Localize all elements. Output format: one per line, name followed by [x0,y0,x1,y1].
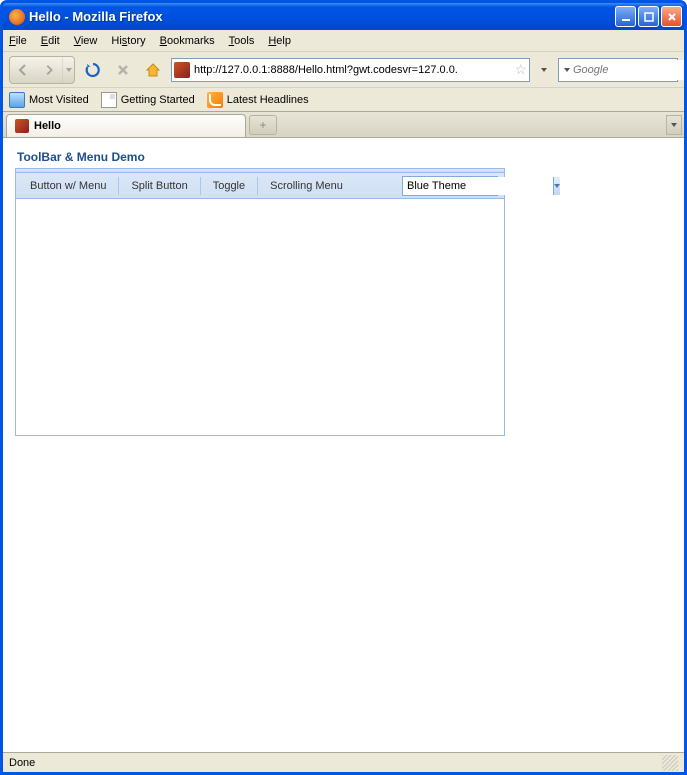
page-content: ToolBar & Menu Demo Button w/ Menu Split… [3,138,684,752]
scrolling-menu-button[interactable]: Scrolling Menu [262,175,351,197]
maximize-button[interactable] [638,6,659,27]
combo-dropdown-button[interactable] [553,177,560,195]
theme-combo[interactable] [402,176,498,196]
separator [118,177,119,195]
bookmarks-toolbar: Most Visited Getting Started Latest Head… [3,88,684,112]
nav-history-dropdown[interactable] [62,57,74,83]
tab-site-icon [15,119,29,133]
url-bar[interactable]: ☆ [171,58,530,82]
menu-bookmarks[interactable]: Bookmarks [160,35,215,47]
url-dropdown[interactable] [536,68,552,72]
search-engine-dropdown[interactable] [564,68,570,72]
home-button[interactable] [141,58,165,82]
reload-button[interactable] [81,58,105,82]
back-button[interactable] [10,57,36,83]
button-with-menu[interactable]: Button w/ Menu [22,175,114,197]
demo-toolbar: Button w/ Menu Split Button Toggle Scrol… [16,173,504,199]
window-titlebar: Hello - Mozilla Firefox [3,3,684,30]
resize-grip-icon[interactable] [662,755,678,771]
document-icon [101,92,117,108]
menu-file[interactable]: File [9,35,27,47]
firefox-icon [9,9,25,25]
folder-icon [9,92,25,108]
panel-body [16,199,504,435]
tab-list-dropdown[interactable] [666,115,682,135]
menu-edit[interactable]: Edit [41,35,60,47]
search-input[interactable] [573,60,687,80]
forward-button[interactable] [36,57,62,83]
rss-icon [207,92,223,108]
url-input[interactable] [194,60,510,80]
separator [200,177,201,195]
close-button[interactable] [661,6,682,27]
split-button[interactable]: Split Button [123,175,195,197]
stop-button[interactable] [111,58,135,82]
tab-label: Hello [34,120,61,132]
menu-tools[interactable]: Tools [229,35,255,47]
menu-history[interactable]: History [111,35,145,47]
window-title: Hello - Mozilla Firefox [29,9,615,24]
site-icon [174,62,190,78]
bookmark-most-visited[interactable]: Most Visited [9,92,89,108]
bookmark-star-icon[interactable]: ☆ [514,61,527,78]
status-text: Done [9,757,35,769]
tab-hello[interactable]: Hello [6,114,246,137]
tab-bar: Hello + [3,112,684,138]
search-box[interactable] [558,58,678,82]
menu-help[interactable]: Help [268,35,291,47]
theme-combo-input[interactable] [403,177,553,195]
separator [257,177,258,195]
demo-panel: Button w/ Menu Split Button Toggle Scrol… [15,168,505,436]
menubar: File Edit View History Bookmarks Tools H… [3,30,684,52]
new-tab-button[interactable]: + [249,115,277,135]
panel-title: ToolBar & Menu Demo [15,150,672,164]
minimize-button[interactable] [615,6,636,27]
status-bar: Done [3,752,684,772]
navigation-toolbar: ☆ [3,52,684,88]
bookmark-latest-headlines[interactable]: Latest Headlines [207,92,309,108]
bookmark-getting-started[interactable]: Getting Started [101,92,195,108]
menu-view[interactable]: View [74,35,98,47]
toggle-button[interactable]: Toggle [205,175,253,197]
